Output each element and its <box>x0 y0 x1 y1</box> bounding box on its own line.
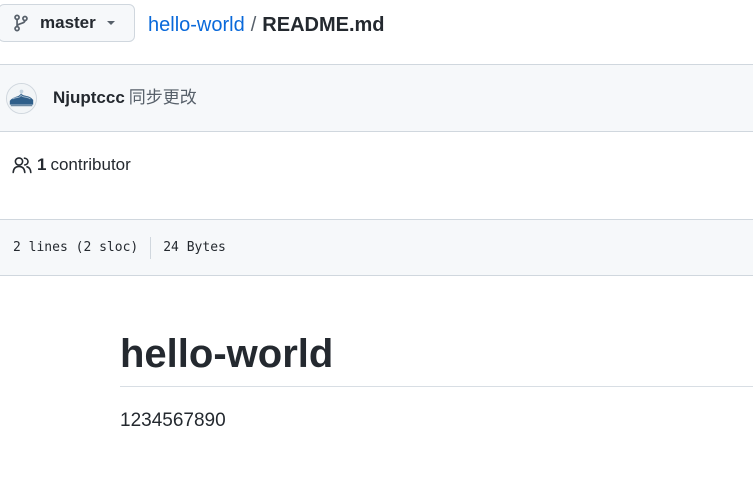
breadcrumb-file-name: README.md <box>262 14 385 36</box>
branch-name: master <box>40 13 96 32</box>
caret-down-icon <box>106 21 115 25</box>
contributors-label: contributor <box>50 155 131 174</box>
author-avatar[interactable] <box>6 83 37 114</box>
commit-author-link[interactable]: Njuptccc <box>53 88 125 107</box>
contributors-link[interactable]: 1 contributor <box>37 154 131 176</box>
readme-heading: hello-world <box>120 328 753 387</box>
breadcrumb: hello-world / README.md <box>148 12 385 38</box>
people-icon <box>12 157 32 174</box>
contributors-row: 1 contributor <box>0 132 753 198</box>
commit-message-link[interactable]: 同步更改 <box>129 88 197 107</box>
breadcrumb-repo-link[interactable]: hello-world <box>148 14 245 36</box>
readme-content: hello-world 1234567890 <box>120 328 753 435</box>
latest-commit-row: Njuptccc 同步更改 <box>0 65 753 132</box>
commit-summary: Njuptccc 同步更改 <box>53 87 197 109</box>
file-line-count: 2 lines (2 sloc) <box>13 240 139 255</box>
avatar-image <box>7 84 36 113</box>
branch-select-button[interactable]: master <box>0 4 135 42</box>
file-navigation: master hello-world / README.md <box>0 0 753 50</box>
git-branch-icon <box>14 14 28 32</box>
breadcrumb-separator: / <box>250 14 257 36</box>
contributors-count: 1 <box>37 155 47 174</box>
file-header: 2 lines (2 sloc) 24 Bytes <box>0 219 753 276</box>
latest-commit-box: Njuptccc 同步更改 1 contributor <box>0 64 753 198</box>
file-size: 24 Bytes <box>163 240 226 255</box>
readme-paragraph: 1234567890 <box>120 410 226 431</box>
page: master hello-world / README.md Njuptccc 同步更… <box>0 0 753 488</box>
